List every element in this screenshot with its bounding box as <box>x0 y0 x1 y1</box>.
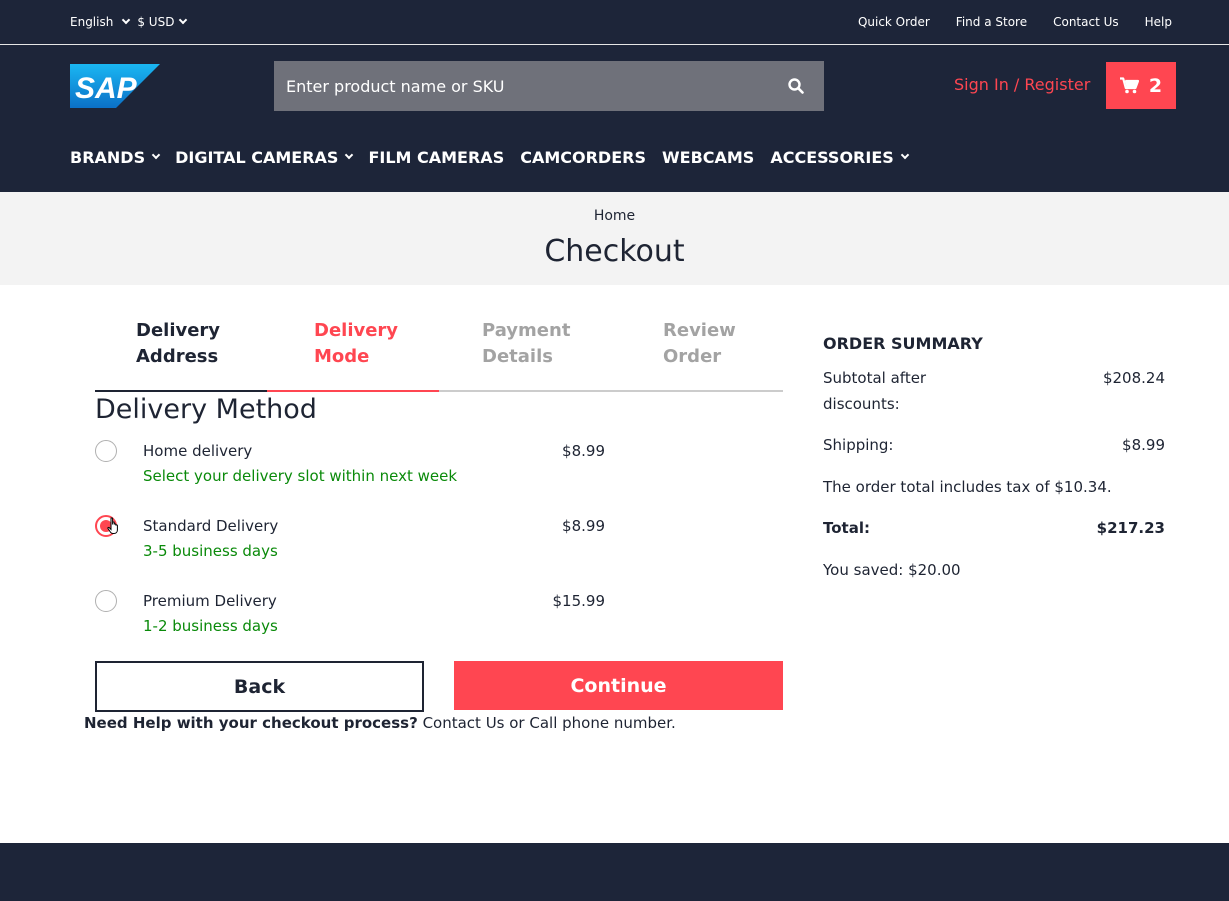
back-button[interactable]: Back <box>95 661 424 712</box>
nav-item-label: ACCESSORIES <box>770 147 894 167</box>
step-label-line2: Address <box>136 346 219 367</box>
nav-item-label: FILM CAMERAS <box>368 147 505 167</box>
nav-item-digital-cameras[interactable]: DIGITAL CAMERAS <box>175 147 354 167</box>
summary-subtotal-value: $208.24 <box>1102 369 1165 387</box>
summary-shipping-value: $8.99 <box>1122 436 1165 454</box>
delivery-option-radio[interactable] <box>95 590 117 612</box>
site-footer <box>0 843 1229 901</box>
nav-item-label: DIGITAL CAMERAS <box>175 147 339 167</box>
nav-item-brands[interactable]: BRANDS <box>70 147 161 167</box>
step-payment-details: Payment Details <box>482 318 570 370</box>
step-delivery-address[interactable]: Delivery Address <box>136 318 220 370</box>
chevron-down-icon <box>179 15 188 25</box>
progress-active-bar <box>267 390 439 392</box>
cart-icon <box>1119 77 1139 94</box>
chevron-down-icon <box>122 15 131 25</box>
nav-item-label: CAMCORDERS <box>520 147 646 167</box>
summary-total-row: Total: $217.23 <box>823 515 1165 541</box>
delivery-option-desc: 3-5 business days <box>143 542 278 560</box>
sap-logo[interactable]: SAP <box>70 64 160 108</box>
nav-item-label: BRANDS <box>70 147 146 167</box>
page-title-area: Home Checkout <box>0 192 1229 285</box>
sign-in-register-link[interactable]: Sign In / Register <box>954 75 1090 94</box>
site-header: SAP Sign In / Register 2 BRANDS DIGITAL … <box>0 45 1229 192</box>
nav-item-film-cameras[interactable]: FILM CAMERAS <box>368 148 504 167</box>
search-icon <box>788 78 804 94</box>
nav-item-webcams[interactable]: WEBCAMS <box>662 148 754 167</box>
language-select[interactable]: English <box>70 15 131 29</box>
nav-item-label: WEBCAMS <box>661 147 755 167</box>
search-button[interactable] <box>768 61 824 111</box>
delivery-option-desc: Select your delivery slot within next we… <box>143 467 458 485</box>
step-delivery-mode: Delivery Mode <box>314 318 398 370</box>
step-label-line1: Delivery <box>136 320 221 341</box>
search-bar <box>274 61 824 111</box>
delivery-option-name: Standard Delivery <box>143 517 279 535</box>
category-nav: BRANDS DIGITAL CAMERAS FILM CAMERAS CAMC… <box>70 145 924 169</box>
language-select-value: English <box>70 15 114 29</box>
checkout-progress: Delivery Address Delivery Mode Payment D… <box>95 318 783 394</box>
delivery-option-desc: 1-2 business days <box>143 617 278 635</box>
step-label-line1: Delivery <box>314 320 399 341</box>
page-title: Checkout <box>544 234 685 269</box>
quick-order-link[interactable]: Quick Order <box>858 15 930 29</box>
step-label-line2: Details <box>482 346 553 367</box>
delivery-option-price: $15.99 <box>552 592 606 610</box>
continue-button[interactable]: Continue <box>454 661 783 710</box>
checkout-help-text: Need Help with your checkout process? Co… <box>84 714 676 732</box>
step-label-line1: Payment <box>482 320 571 341</box>
contact-us-link[interactable]: Contact Us <box>1053 15 1119 29</box>
help-text-bold: Need Help with your checkout process? <box>84 714 418 732</box>
delivery-option-standard[interactable]: Standard Delivery $8.99 3-5 business day… <box>95 515 605 565</box>
delivery-option-home[interactable]: Home delivery $8.99 Select your delivery… <box>95 440 605 490</box>
step-review-order: Review Order <box>663 318 736 370</box>
mini-cart-button[interactable]: 2 <box>1106 62 1176 109</box>
cart-count: 2 <box>1148 74 1163 97</box>
chevron-down-icon <box>900 150 910 160</box>
summary-tax-note: The order total includes tax of $10.34. <box>823 478 1112 496</box>
breadcrumb-home-link[interactable]: Home <box>594 208 635 224</box>
summary-total-label: Total: <box>823 519 870 537</box>
summary-shipping-row: Shipping: $8.99 <box>823 432 1165 458</box>
summary-subtotal-row: Subtotal after discounts: $208.24 <box>823 365 1165 417</box>
delivery-option-premium[interactable]: Premium Delivery $15.99 1-2 business day… <box>95 590 605 640</box>
delivery-method-heading: Delivery Method <box>95 394 317 425</box>
nav-item-camcorders[interactable]: CAMCORDERS <box>520 148 646 167</box>
summary-shipping-label: Shipping: <box>823 436 894 454</box>
delivery-option-radio[interactable] <box>95 440 117 462</box>
progress-complete-bar <box>95 390 267 392</box>
summary-saved: You saved: $20.00 <box>823 561 961 579</box>
locale-selectors: English $ USD <box>70 0 194 44</box>
search-input[interactable] <box>274 61 768 111</box>
step-label-line2: Order <box>663 346 722 367</box>
delivery-option-price: $8.99 <box>562 442 605 460</box>
chevron-down-icon <box>151 150 161 160</box>
step-label-line1: Review <box>663 320 736 341</box>
utility-links: Quick Order Find a Store Contact Us Help <box>832 0 1172 44</box>
chevron-down-icon <box>345 150 354 160</box>
help-text-rest: Contact Us or Call phone number. <box>417 714 676 732</box>
step-label-line2: Mode <box>314 346 370 367</box>
find-a-store-link[interactable]: Find a Store <box>956 15 1027 29</box>
help-link[interactable]: Help <box>1145 15 1172 29</box>
summary-subtotal-label-2: discounts: <box>823 395 900 413</box>
breadcrumb: Home <box>0 208 1229 224</box>
summary-total-value: $217.23 <box>1096 519 1165 537</box>
utility-bar: English $ USD Quick Order Find a Store C… <box>0 0 1229 45</box>
currency-select[interactable]: $ USD <box>137 15 188 29</box>
order-summary-title: ORDER SUMMARY <box>823 334 983 353</box>
currency-select-value: $ USD <box>137 15 175 29</box>
delivery-option-name: Home delivery <box>143 442 253 460</box>
delivery-option-price: $8.99 <box>562 517 605 535</box>
order-summary: ORDER SUMMARY Subtotal after discounts: … <box>823 333 1165 583</box>
delivery-option-name: Premium Delivery <box>143 592 277 610</box>
hand-cursor-icon <box>107 517 118 534</box>
nav-item-accessories[interactable]: ACCESSORIES <box>770 147 910 167</box>
logo-text: SAP <box>75 72 138 105</box>
